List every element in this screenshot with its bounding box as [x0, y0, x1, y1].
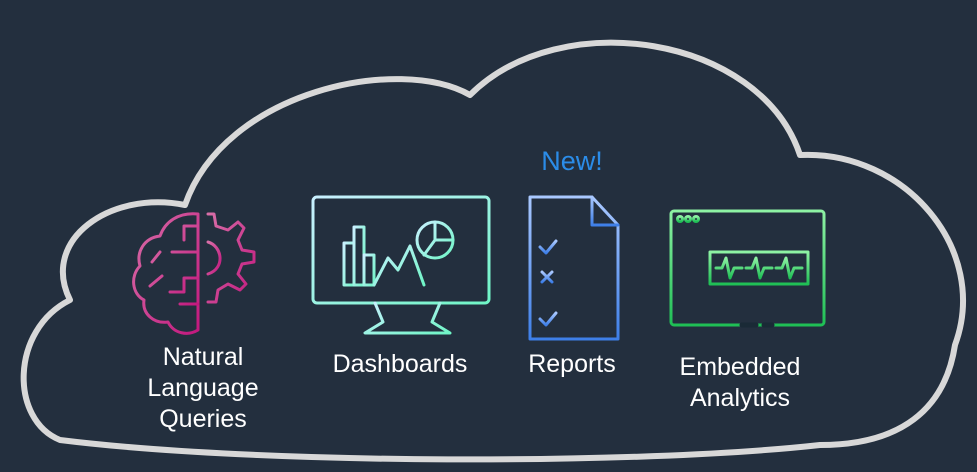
dashboard-monitor-icon: [311, 195, 491, 335]
label-line: Analytics: [689, 384, 791, 412]
label-line: Embedded: [679, 353, 801, 381]
feature-label-embedded-analytics: Embedded Analytics: [655, 352, 825, 414]
label-line: Queries: [159, 405, 247, 433]
feature-label-dashboards: Dashboards: [310, 349, 490, 380]
report-checklist-icon: [528, 195, 620, 341]
brain-gear-icon: [132, 212, 256, 335]
label-line: Dashboards: [332, 350, 468, 378]
label-line: Language: [147, 374, 259, 402]
label-line: Natural: [162, 343, 244, 371]
feature-label-natural-language-queries: Natural Language Queries: [118, 342, 288, 435]
new-badge: New!: [541, 146, 603, 176]
label-line: Reports: [528, 350, 616, 378]
embedded-analytics-window-icon: [669, 209, 826, 328]
feature-label-reports: Reports: [512, 349, 632, 380]
